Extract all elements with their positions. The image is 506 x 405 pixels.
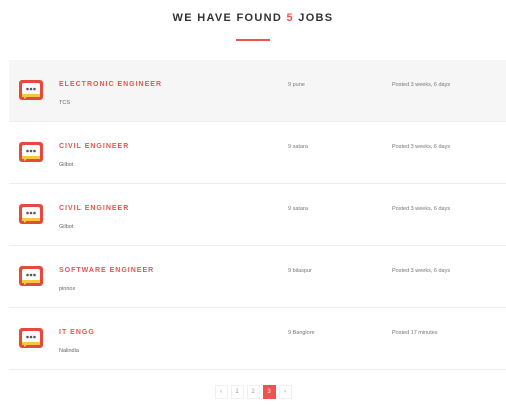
job-count: 5 xyxy=(286,12,294,24)
results-heading: WE HAVE FOUND 5 JOBS xyxy=(0,12,506,24)
job-row[interactable]: CIVIL ENGINEER Gilbot 9 satara Posted 3 … xyxy=(9,184,506,246)
page-3-button-active[interactable]: 3 xyxy=(262,385,276,399)
job-title-link[interactable]: CIVIL ENGINEER xyxy=(59,143,129,150)
prev-page-button[interactable]: ‹ xyxy=(214,385,228,399)
job-location: 9 satara xyxy=(288,206,308,212)
job-row[interactable]: IT ENGG Nalindia 9 Banglore Posted 17 mi… xyxy=(9,308,506,370)
company-name: TCS xyxy=(59,100,70,106)
posted-date: Posted 3 weeks, 6 days xyxy=(392,206,451,212)
job-location: 9 Banglore xyxy=(288,330,315,336)
job-list: ELECTRONIC ENGINEER TCS 9 pune Posted 3 … xyxy=(9,60,506,370)
next-page-button[interactable]: › xyxy=(278,385,292,399)
company-name: Gilbot xyxy=(59,162,74,168)
job-location: 9 pune xyxy=(288,82,305,88)
heading-suffix: JOBS xyxy=(298,12,334,24)
job-location: 9 bilaspur xyxy=(288,268,312,274)
company-name: Nalindia xyxy=(59,348,79,354)
heading-underline xyxy=(236,39,270,41)
company-name: pinnox xyxy=(59,286,76,292)
posted-date: Posted 3 weeks, 6 days xyxy=(392,82,451,88)
posted-date: Posted 3 weeks, 6 days xyxy=(392,268,451,274)
page-2-button[interactable]: 2 xyxy=(246,385,260,399)
posted-date: Posted 17 minutes xyxy=(392,330,438,336)
chat-bubble-icon xyxy=(19,204,43,224)
chat-bubble-icon xyxy=(19,266,43,286)
job-row[interactable]: SOFTWARE ENGINEER pinnox 9 bilaspur Post… xyxy=(9,246,506,308)
heading-prefix: WE HAVE FOUND xyxy=(172,12,283,24)
job-title-link[interactable]: IT ENGG xyxy=(59,329,95,336)
company-name: Gilbot xyxy=(59,224,74,230)
chat-bubble-icon xyxy=(19,328,43,348)
chat-bubble-icon xyxy=(19,142,43,162)
job-title-link[interactable]: ELECTRONIC ENGINEER xyxy=(59,81,162,88)
posted-date: Posted 3 weeks, 6 days xyxy=(392,144,451,150)
job-location: 9 satara xyxy=(288,144,308,150)
chat-bubble-icon xyxy=(19,80,43,100)
page-1-button[interactable]: 1 xyxy=(230,385,244,399)
job-row[interactable]: ELECTRONIC ENGINEER TCS 9 pune Posted 3 … xyxy=(9,60,506,122)
job-results-page: WE HAVE FOUND 5 JOBS ELECTRONIC ENGINEER… xyxy=(0,0,506,405)
job-title-link[interactable]: SOFTWARE ENGINEER xyxy=(59,267,154,274)
job-row[interactable]: CIVIL ENGINEER Gilbot 9 satara Posted 3 … xyxy=(9,122,506,184)
job-title-link[interactable]: CIVIL ENGINEER xyxy=(59,205,129,212)
pagination: ‹ 1 2 3 › xyxy=(0,385,506,399)
